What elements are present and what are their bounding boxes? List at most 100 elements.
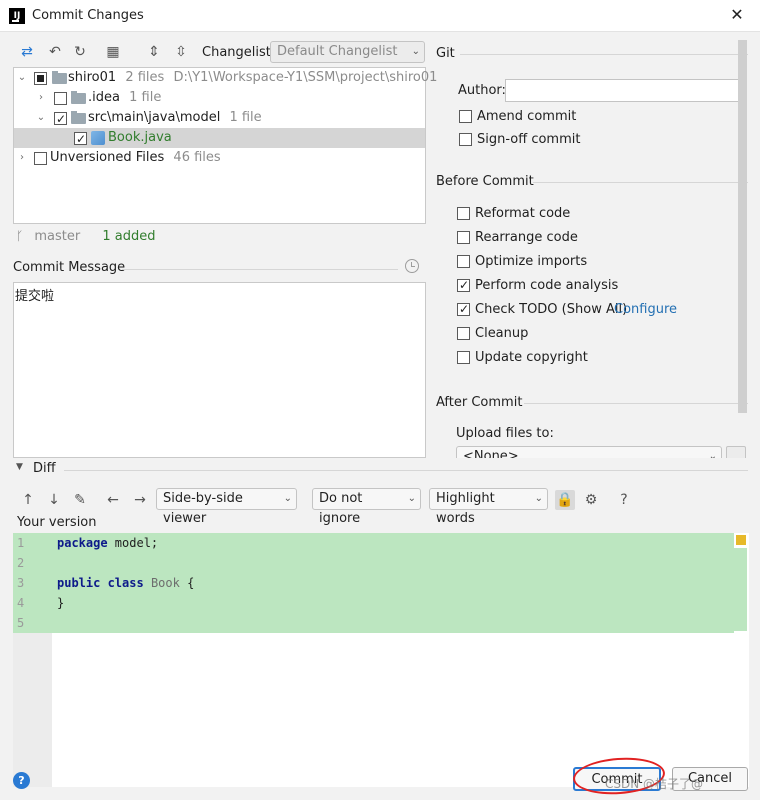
reformat-code-checkbox[interactable] — [457, 207, 470, 220]
tree-row-book[interactable]: Book.java — [14, 128, 425, 149]
tree-row-model[interactable]: ⌄ src\main\java\model 1 file — [14, 108, 425, 129]
tree-row-idea[interactable]: › .idea 1 file — [14, 88, 425, 108]
code-analysis-checkbox[interactable] — [457, 276, 470, 294]
tree-unversioned-count: 46 files — [173, 150, 221, 165]
collapse-all-icon[interactable]: ⇳ — [171, 42, 191, 62]
code-line: 5 — [13, 613, 734, 633]
viewer-select[interactable]: Side-by-side viewer ⌄ — [156, 488, 297, 526]
viewer-value: Side-by-side viewer — [163, 491, 243, 526]
history-clock-icon[interactable] — [405, 259, 419, 273]
commit-message-text: 提交啦 — [15, 289, 55, 304]
gear-icon[interactable]: ⚙ — [581, 490, 601, 510]
line-number: 3 — [17, 576, 25, 590]
diff-change-stripe — [734, 548, 747, 631]
check-todo-label: Check TODO (Show All) — [475, 302, 628, 317]
arrow-left-icon[interactable]: ← — [103, 490, 123, 510]
tree-row-unversioned[interactable]: › Unversioned Files 46 files — [14, 148, 425, 168]
close-icon[interactable]: ✕ — [728, 4, 746, 26]
inspection-marker-icon[interactable] — [736, 535, 746, 545]
chevron-down-icon: ⌄ — [708, 451, 717, 458]
edit-pencil-icon[interactable]: ✎ — [70, 490, 90, 510]
upload-target-select[interactable]: <None> ⌄ — [456, 446, 722, 458]
code-text: { — [179, 576, 195, 590]
code-line: 2 — [13, 553, 734, 573]
options-panel: Git Author: Amend commit Sign-off commit… — [430, 40, 748, 458]
your-version-label: Your version — [17, 515, 97, 530]
rearrange-code-checkbox[interactable] — [457, 231, 470, 244]
amend-commit-label: Amend commit — [477, 109, 577, 124]
check-todo-checkbox[interactable] — [457, 300, 470, 318]
author-input[interactable] — [505, 79, 745, 102]
expand-all-icon[interactable]: ⇕ — [144, 42, 164, 62]
line-number: 4 — [17, 596, 25, 610]
folder-icon — [71, 91, 86, 104]
branch-name: master — [34, 229, 81, 244]
configure-link[interactable]: Configure — [614, 301, 677, 319]
rollback-icon[interactable]: ↶ — [45, 42, 65, 62]
arrow-up-icon[interactable]: ↑ — [18, 490, 38, 510]
chevron-down-icon[interactable]: ⌄ — [35, 108, 47, 128]
checkbox-book[interactable] — [74, 129, 87, 149]
signoff-commit-checkbox[interactable] — [459, 133, 472, 146]
divider — [64, 470, 748, 471]
arrow-right-icon[interactable]: → — [130, 490, 150, 510]
chevron-down-icon[interactable]: ⌄ — [16, 68, 28, 88]
chevron-right-icon[interactable]: › — [35, 88, 47, 108]
changelist-value: Default Changelist — [277, 44, 398, 59]
highlight-select[interactable]: Highlight words ⌄ — [429, 488, 548, 526]
tree-idea-count: 1 file — [129, 90, 162, 105]
optimize-imports-checkbox[interactable] — [457, 255, 470, 268]
tree-idea-name: .idea — [88, 90, 120, 105]
line-number: 2 — [17, 556, 25, 570]
update-copyright-checkbox[interactable] — [457, 351, 470, 364]
amend-commit-checkbox[interactable] — [459, 110, 472, 123]
ignore-select[interactable]: Do not ignore ⌄ — [312, 488, 421, 526]
changes-tree[interactable]: ⌄ shiro01 2 files D:\Y1\Workspace-Y1\SSM… — [13, 67, 437, 224]
tree-root-count: 2 files — [125, 70, 165, 85]
upload-settings-button[interactable] — [726, 446, 746, 458]
branch-status: ᚴ master 1 added — [16, 227, 155, 245]
diff-header: Diff — [33, 461, 56, 476]
code-keyword: package — [57, 536, 108, 550]
rearrange-code-label: Rearrange code — [475, 230, 578, 245]
watermark: CSDN @桔子了@ — [605, 777, 704, 791]
checkbox-idea[interactable] — [54, 92, 67, 105]
tree-unversioned-name: Unversioned Files — [50, 150, 165, 165]
divider — [122, 269, 398, 270]
chevron-right-icon[interactable]: › — [16, 148, 28, 168]
commit-message-label: Commit Message — [13, 260, 126, 275]
git-header: Git — [436, 46, 455, 61]
commit-message-input[interactable]: 提交啦 — [13, 282, 426, 458]
intellij-app-icon: IJ — [9, 8, 25, 24]
before-commit-header: Before Commit — [436, 174, 534, 189]
checkbox-unversioned[interactable] — [34, 152, 47, 165]
group-by-icon[interactable]: ▦ — [103, 42, 123, 62]
help-question-icon[interactable]: ? — [614, 490, 634, 510]
code-keyword: public class — [57, 576, 144, 590]
refresh-icon[interactable]: ↻ — [70, 42, 90, 62]
arrow-down-icon[interactable]: ↓ — [44, 490, 64, 510]
update-copyright-label: Update copyright — [475, 350, 588, 365]
refresh-arrows-icon[interactable]: ⇄ — [17, 42, 37, 62]
chevron-down-icon: ⌄ — [407, 493, 416, 504]
diff-collapse-icon[interactable]: ▼ — [16, 462, 23, 472]
cleanup-checkbox[interactable] — [457, 327, 470, 340]
options-scrollbar[interactable] — [738, 40, 747, 413]
line-number: 1 — [17, 536, 25, 550]
lock-icon[interactable]: 🔒 — [555, 490, 575, 510]
line-number: 5 — [17, 616, 25, 630]
checkbox-model[interactable] — [54, 109, 67, 129]
branch-icon: ᚴ — [16, 229, 24, 243]
highlight-value: Highlight words — [436, 491, 495, 526]
window-title: Commit Changes — [32, 8, 144, 23]
added-count: 1 added — [102, 229, 156, 244]
code-text: model; — [107, 536, 159, 550]
optimize-imports-label: Optimize imports — [475, 254, 588, 269]
tree-row-root[interactable]: ⌄ shiro01 2 files D:\Y1\Workspace-Y1\SSM… — [14, 68, 437, 88]
code-class-name: Book — [150, 576, 180, 590]
reformat-code-label: Reformat code — [475, 206, 571, 221]
help-icon[interactable]: ? — [13, 772, 30, 789]
tree-model-name: src\main\java\model — [88, 110, 221, 125]
checkbox-root[interactable] — [34, 72, 47, 85]
changelist-select[interactable]: Default Changelist ⌄ — [270, 41, 425, 63]
